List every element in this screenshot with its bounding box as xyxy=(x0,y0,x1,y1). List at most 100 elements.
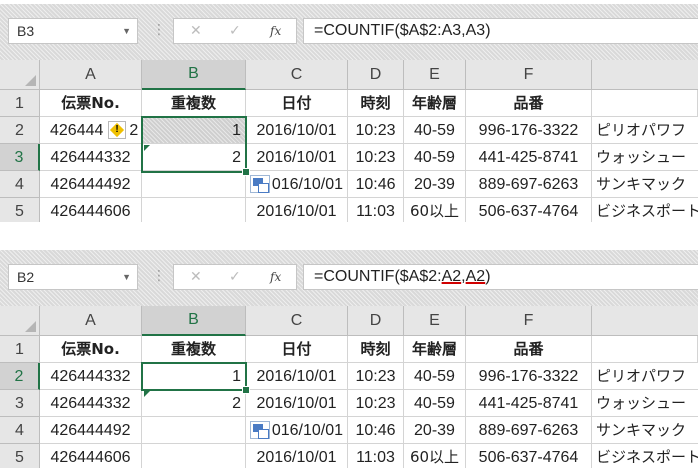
column-header-e[interactable]: E xyxy=(404,60,466,90)
paste-options-icon[interactable] xyxy=(250,175,270,193)
table-cell[interactable]: ウォッシュー xyxy=(592,144,698,171)
table-cell[interactable]: 11:03 xyxy=(348,198,404,222)
fill-handle[interactable] xyxy=(242,386,250,394)
name-box[interactable]: B3 ▼ xyxy=(8,18,138,44)
column-header-e[interactable]: E xyxy=(404,306,466,336)
table-cell[interactable]: 426444332 xyxy=(40,390,142,417)
table-cell[interactable]: 40-59 xyxy=(404,117,466,144)
header-cell-age-group[interactable]: 年齢層 xyxy=(404,336,466,363)
select-all-corner[interactable] xyxy=(0,306,40,336)
table-cell[interactable]: 1 xyxy=(142,363,246,390)
table-cell[interactable]: 10:46 xyxy=(348,417,404,444)
row-header-2[interactable]: 2 xyxy=(0,117,40,144)
table-cell[interactable]: 40-59 xyxy=(404,144,466,171)
column-header-d[interactable]: D xyxy=(348,60,404,90)
row-header-1[interactable]: 1 xyxy=(0,336,40,363)
fill-handle[interactable] xyxy=(242,168,250,176)
select-all-corner[interactable] xyxy=(0,60,40,90)
header-cell-voucher-no[interactable]: 伝票No. xyxy=(40,336,142,363)
column-header-a[interactable]: A xyxy=(40,60,142,90)
table-cell[interactable]: 506-637-4764 xyxy=(466,198,592,222)
table-cell[interactable]: 10:23 xyxy=(348,144,404,171)
table-cell[interactable] xyxy=(142,171,246,198)
column-header-a[interactable]: A xyxy=(40,306,142,336)
table-cell[interactable]: 889-697-6263 xyxy=(466,417,592,444)
header-cell-product-no[interactable]: 品番 xyxy=(466,336,592,363)
insert-function-button[interactable]: fx xyxy=(270,19,281,43)
warning-icon[interactable]: ! xyxy=(108,121,126,139)
table-cell[interactable]: 2016/10/01 xyxy=(246,198,348,222)
header-cell-time[interactable]: 時刻 xyxy=(348,336,404,363)
table-cell[interactable]: 996-176-3322 xyxy=(466,117,592,144)
column-header-b[interactable]: B xyxy=(142,306,246,336)
table-cell[interactable]: ビジネスポート xyxy=(592,198,698,222)
table-cell[interactable]: ビジネスポート xyxy=(592,444,698,468)
drag-handle-icon[interactable]: ⋮ xyxy=(152,268,166,284)
table-cell[interactable] xyxy=(142,417,246,444)
table-cell[interactable] xyxy=(592,90,698,117)
row-header-5[interactable]: 5 xyxy=(0,198,40,222)
drag-handle-icon[interactable]: ⋮ xyxy=(152,22,166,38)
name-box[interactable]: B2 ▼ xyxy=(8,264,138,290)
column-header-c[interactable]: C xyxy=(246,60,348,90)
table-cell[interactable]: 2016/10/01 xyxy=(246,144,348,171)
table-cell[interactable]: 20-39 xyxy=(404,171,466,198)
table-cell[interactable]: 2016/10/01 xyxy=(246,390,348,417)
row-header-2[interactable]: 2 xyxy=(0,363,40,390)
table-cell[interactable]: 426444332 xyxy=(40,363,142,390)
header-cell-product-no[interactable]: 品番 xyxy=(466,90,592,117)
row-header-3[interactable]: 3 xyxy=(0,390,40,417)
table-cell[interactable]: 441-425-8741 xyxy=(466,144,592,171)
table-cell[interactable]: 889-697-6263 xyxy=(466,171,592,198)
table-cell[interactable]: 60以上 xyxy=(404,198,466,222)
column-header-f[interactable]: F xyxy=(466,60,592,90)
column-header-c[interactable]: C xyxy=(246,306,348,336)
cancel-icon[interactable]: ✕ xyxy=(190,265,202,289)
table-cell[interactable]: サンキマック xyxy=(592,417,698,444)
table-cell[interactable]: 10:23 xyxy=(348,390,404,417)
chevron-down-icon[interactable]: ▼ xyxy=(122,19,131,43)
table-cell[interactable]: 506-637-4764 xyxy=(466,444,592,468)
column-header-g[interactable] xyxy=(592,306,698,336)
table-cell[interactable]: ピリオパワフ xyxy=(592,363,698,390)
table-cell[interactable]: 10:46 xyxy=(348,171,404,198)
header-cell-date[interactable]: 日付 xyxy=(246,90,348,117)
header-cell-date[interactable]: 日付 xyxy=(246,336,348,363)
table-cell[interactable]: 426444 2 xyxy=(40,117,142,144)
insert-function-button[interactable]: fx xyxy=(270,265,281,289)
table-cell[interactable]: 1 xyxy=(142,117,246,144)
table-cell[interactable]: 40-59 xyxy=(404,390,466,417)
table-cell[interactable]: 2016/10/01 xyxy=(246,363,348,390)
formula-input[interactable]: =COUNTIF($A$2:A3,A3) xyxy=(303,18,698,44)
formula-input[interactable]: =COUNTIF($A$2:A2,A2) xyxy=(303,264,698,290)
header-cell-duplicate-count[interactable]: 重複数 xyxy=(142,90,246,117)
row-header-4[interactable]: 4 xyxy=(0,417,40,444)
header-cell-time[interactable]: 時刻 xyxy=(348,90,404,117)
header-cell-voucher-no[interactable]: 伝票No. xyxy=(40,90,142,117)
table-cell[interactable]: 60以上 xyxy=(404,444,466,468)
paste-options-icon[interactable] xyxy=(250,421,270,439)
column-header-f[interactable]: F xyxy=(466,306,592,336)
enter-icon[interactable]: ✓ xyxy=(229,19,241,43)
table-cell[interactable]: 996-176-3322 xyxy=(466,363,592,390)
table-cell[interactable] xyxy=(142,198,246,222)
table-cell[interactable]: 2016/10/01 xyxy=(246,117,348,144)
header-cell-duplicate-count[interactable]: 重複数 xyxy=(142,336,246,363)
row-header-3[interactable]: 3 xyxy=(0,144,40,171)
table-cell[interactable]: ウォッシュー xyxy=(592,390,698,417)
table-cell[interactable]: 426444492 xyxy=(40,171,142,198)
table-cell[interactable]: 426444606 xyxy=(40,198,142,222)
table-cell[interactable]: 426444606 xyxy=(40,444,142,468)
table-cell[interactable]: 2 xyxy=(142,390,246,417)
table-cell[interactable]: ピリオパワフ xyxy=(592,117,698,144)
table-cell[interactable]: 426444492 xyxy=(40,417,142,444)
chevron-down-icon[interactable]: ▼ xyxy=(122,265,131,289)
table-cell[interactable] xyxy=(592,336,698,363)
table-cell[interactable]: 441-425-8741 xyxy=(466,390,592,417)
column-header-d[interactable]: D xyxy=(348,306,404,336)
table-cell[interactable]: 426444332 xyxy=(40,144,142,171)
table-cell[interactable]: サンキマック xyxy=(592,171,698,198)
table-cell[interactable]: 11:03 xyxy=(348,444,404,468)
column-header-g[interactable] xyxy=(592,60,698,90)
row-header-5[interactable]: 5 xyxy=(0,444,40,468)
